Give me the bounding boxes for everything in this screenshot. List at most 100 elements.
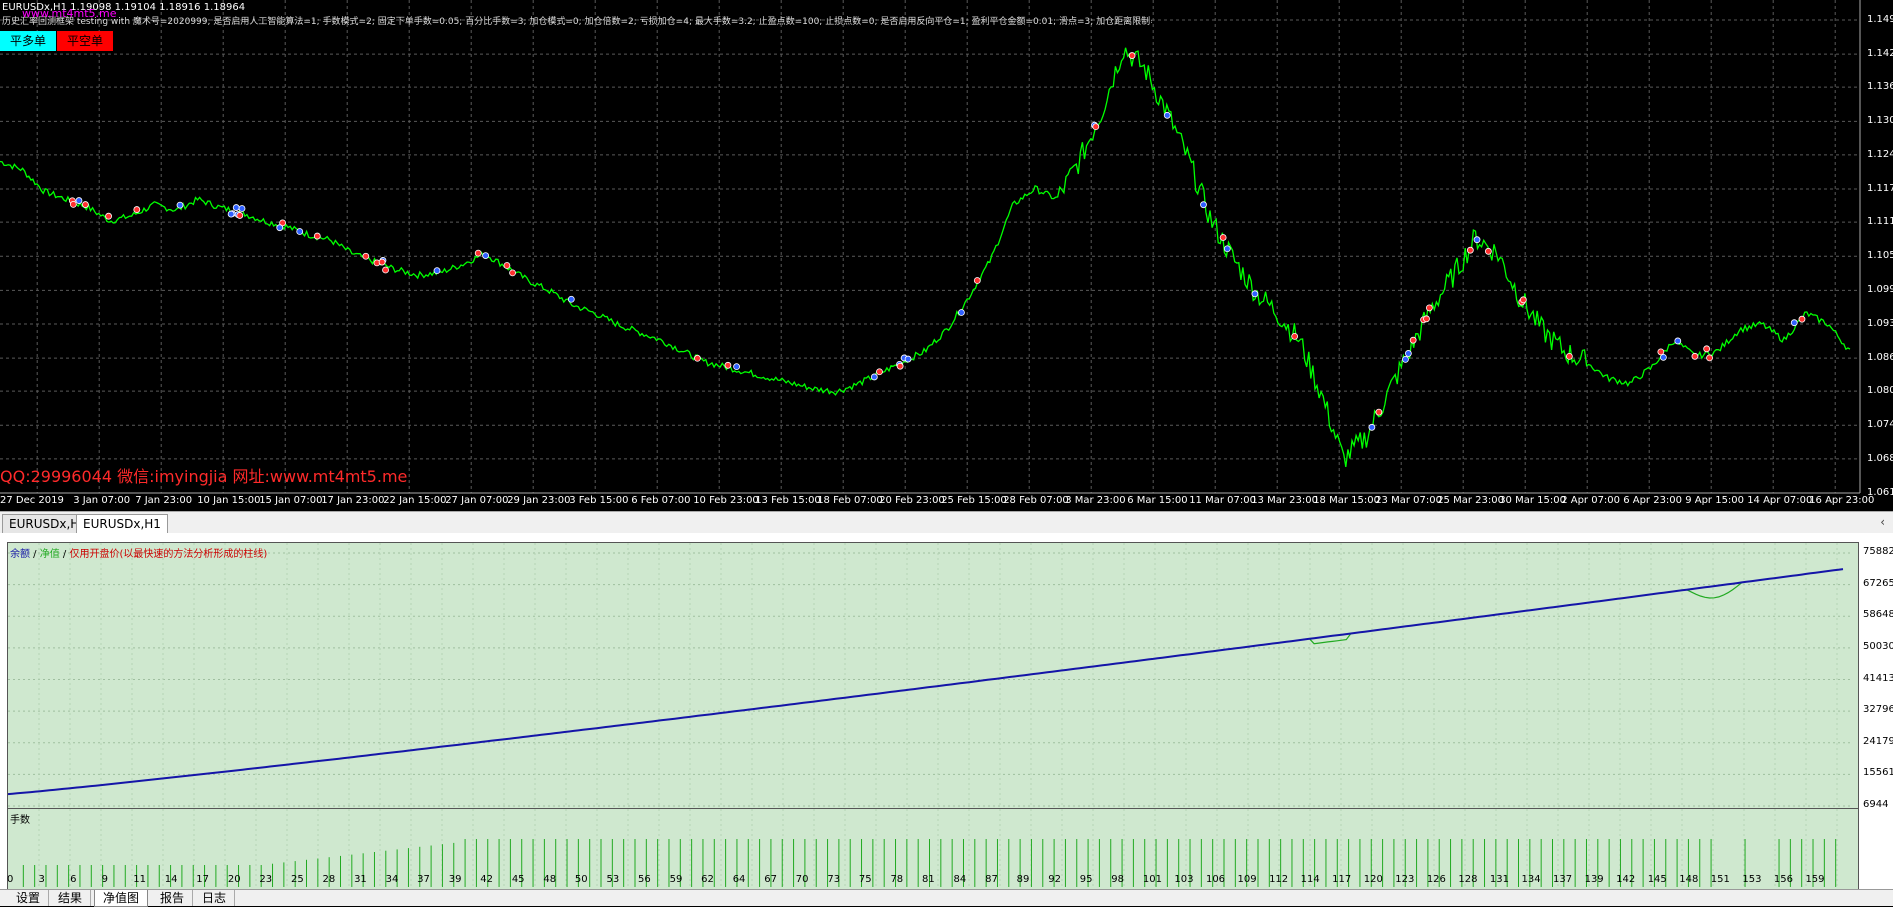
equity-y-tick-label: 24179: [1863, 735, 1893, 747]
trade-marker: [1706, 354, 1713, 362]
x-tick-label: 17 Jan 23:00: [321, 495, 385, 506]
x-tick-label: 3 Mar 23:00: [1065, 495, 1126, 506]
x-tick-label: 13 Mar 23:00: [1251, 495, 1318, 506]
tab-settings[interactable]: 设置: [8, 890, 50, 906]
price-chart[interactable]: [0, 0, 1893, 509]
lots-x-tick-label: 45: [511, 874, 525, 885]
trade-marker: [876, 368, 883, 376]
trade-marker: [1423, 315, 1430, 323]
lots-x-tick-label: 92: [1048, 874, 1061, 885]
trade-marker: [509, 269, 516, 277]
lots-x-tick-label: 14: [164, 874, 178, 885]
trade-marker: [276, 224, 284, 232]
y-tick-label: 1.0681: [1867, 452, 1893, 464]
trade-marker: [313, 232, 321, 240]
trade-marker: [133, 206, 141, 213]
trade-marker: [1402, 355, 1409, 363]
close-buy-button[interactable]: 平多单: [0, 31, 57, 51]
lots-x-tick-label: 50: [574, 874, 588, 885]
scroll-left-icon[interactable]: ‹: [1880, 515, 1885, 529]
trade-marker: [567, 295, 575, 303]
lots-x-tick-label: 20: [227, 874, 241, 885]
price-chart-canvas[interactable]: [0, 0, 1893, 509]
trade-marker: [482, 252, 490, 259]
trade-marker: [474, 249, 482, 257]
trade-marker: [1163, 111, 1171, 119]
lots-x-tick-label: 137: [1553, 874, 1573, 885]
legend-separator: /: [59, 549, 70, 560]
trade-marker: [1790, 319, 1798, 327]
lots-x-tick-label: 39: [448, 874, 462, 885]
lots-x-tick-label: 112: [1269, 874, 1289, 885]
trade-marker: [694, 354, 701, 362]
lots-x-tick-label: 81: [922, 874, 935, 885]
x-tick-label: 25 Mar 23:00: [1437, 495, 1504, 506]
trade-marker: [1657, 348, 1665, 356]
lots-x-tick-label: 25: [290, 874, 304, 885]
x-tick-label: 20 Feb 23:00: [879, 495, 945, 506]
y-tick-label: 1.1055: [1867, 250, 1893, 262]
lots-x-tick-label: 48: [543, 874, 557, 885]
x-tick-label: 13 Feb 15:00: [755, 495, 821, 506]
trade-marker: [362, 252, 370, 260]
lots-x-tick-label: 59: [669, 874, 683, 885]
chart-tab-2[interactable]: EURUSDx,H1: [76, 514, 168, 533]
lots-label: 手数: [10, 815, 30, 826]
x-tick-label: 28 Feb 07:00: [1003, 495, 1069, 506]
lots-x-tick-label: 156: [1773, 874, 1793, 885]
y-tick-label: 1.1304: [1867, 115, 1893, 127]
trade-marker: [896, 362, 904, 370]
trade-marker: [227, 210, 235, 218]
trade-marker: [1703, 345, 1711, 353]
x-tick-label: 14 Apr 07:00: [1747, 495, 1813, 506]
trade-marker: [1466, 246, 1474, 254]
trade-marker: [973, 277, 981, 284]
tab-results[interactable]: 结果: [50, 890, 92, 906]
lots-x-tick-label: 64: [732, 874, 746, 885]
x-tick-label: 10 Jan 15:00: [197, 495, 261, 506]
trade-marker: [1484, 247, 1492, 255]
trade-marker: [1674, 337, 1682, 345]
x-tick-label: 25 Feb 15:00: [941, 495, 1007, 506]
lots-x-tick-label: 6: [70, 874, 77, 885]
lots-x-tick-label: 75: [858, 874, 872, 885]
legend-note: 仅用开盘价(以最快速的方法分析形成的柱线): [69, 549, 268, 560]
equity-y-tick-label: 6944: [1863, 799, 1889, 810]
lots-x-tick-label: 131: [1489, 874, 1510, 885]
trade-marker: [1291, 332, 1299, 340]
trade-marker: [69, 200, 77, 208]
tab-report[interactable]: 报告: [152, 890, 194, 906]
x-tick-label: 15 Jan 07:00: [259, 495, 323, 506]
y-tick-label: 1.0806: [1867, 385, 1893, 397]
trade-marker: [378, 258, 386, 266]
trade-marker: [1660, 353, 1667, 361]
tab-journal[interactable]: 日志: [194, 890, 236, 906]
lots-x-tick-label: 151: [1710, 874, 1730, 885]
trade-marker: [433, 267, 441, 275]
trade-marker: [236, 212, 244, 219]
equity-graph-canvas: [7, 543, 1853, 808]
trade-marker: [1565, 352, 1573, 360]
x-tick-label: 7 Jan 23:00: [135, 495, 193, 506]
trade-marker: [1200, 201, 1207, 209]
x-tick-label: 3 Feb 15:00: [569, 495, 629, 506]
y-tick-label: 1.1428: [1867, 48, 1893, 60]
price-line: [0, 47, 1851, 468]
tab-equity-graph[interactable]: 净值图: [94, 890, 149, 907]
close-sell-button[interactable]: 平空单: [57, 31, 114, 51]
y-tick-label: 1.1118: [1867, 216, 1893, 228]
lots-x-tick-label: 128: [1458, 874, 1478, 885]
lots-x-tick-label: 98: [1111, 874, 1125, 885]
trade-marker: [82, 201, 89, 208]
lots-x-tick-label: 87: [985, 874, 998, 885]
equity-line: [7, 568, 1844, 795]
trade-marker: [382, 266, 389, 274]
trade-marker: [232, 204, 240, 211]
trade-marker: [1251, 290, 1259, 298]
y-tick-label: 1.1242: [1867, 148, 1893, 160]
trade-marker: [1368, 423, 1376, 431]
equity-y-tick-label: 58648: [1863, 609, 1893, 621]
lots-x-tick-label: 89: [1016, 874, 1030, 885]
equity-y-tick-label: 41413: [1863, 672, 1893, 684]
lots-x-tick-label: 34: [385, 874, 399, 885]
